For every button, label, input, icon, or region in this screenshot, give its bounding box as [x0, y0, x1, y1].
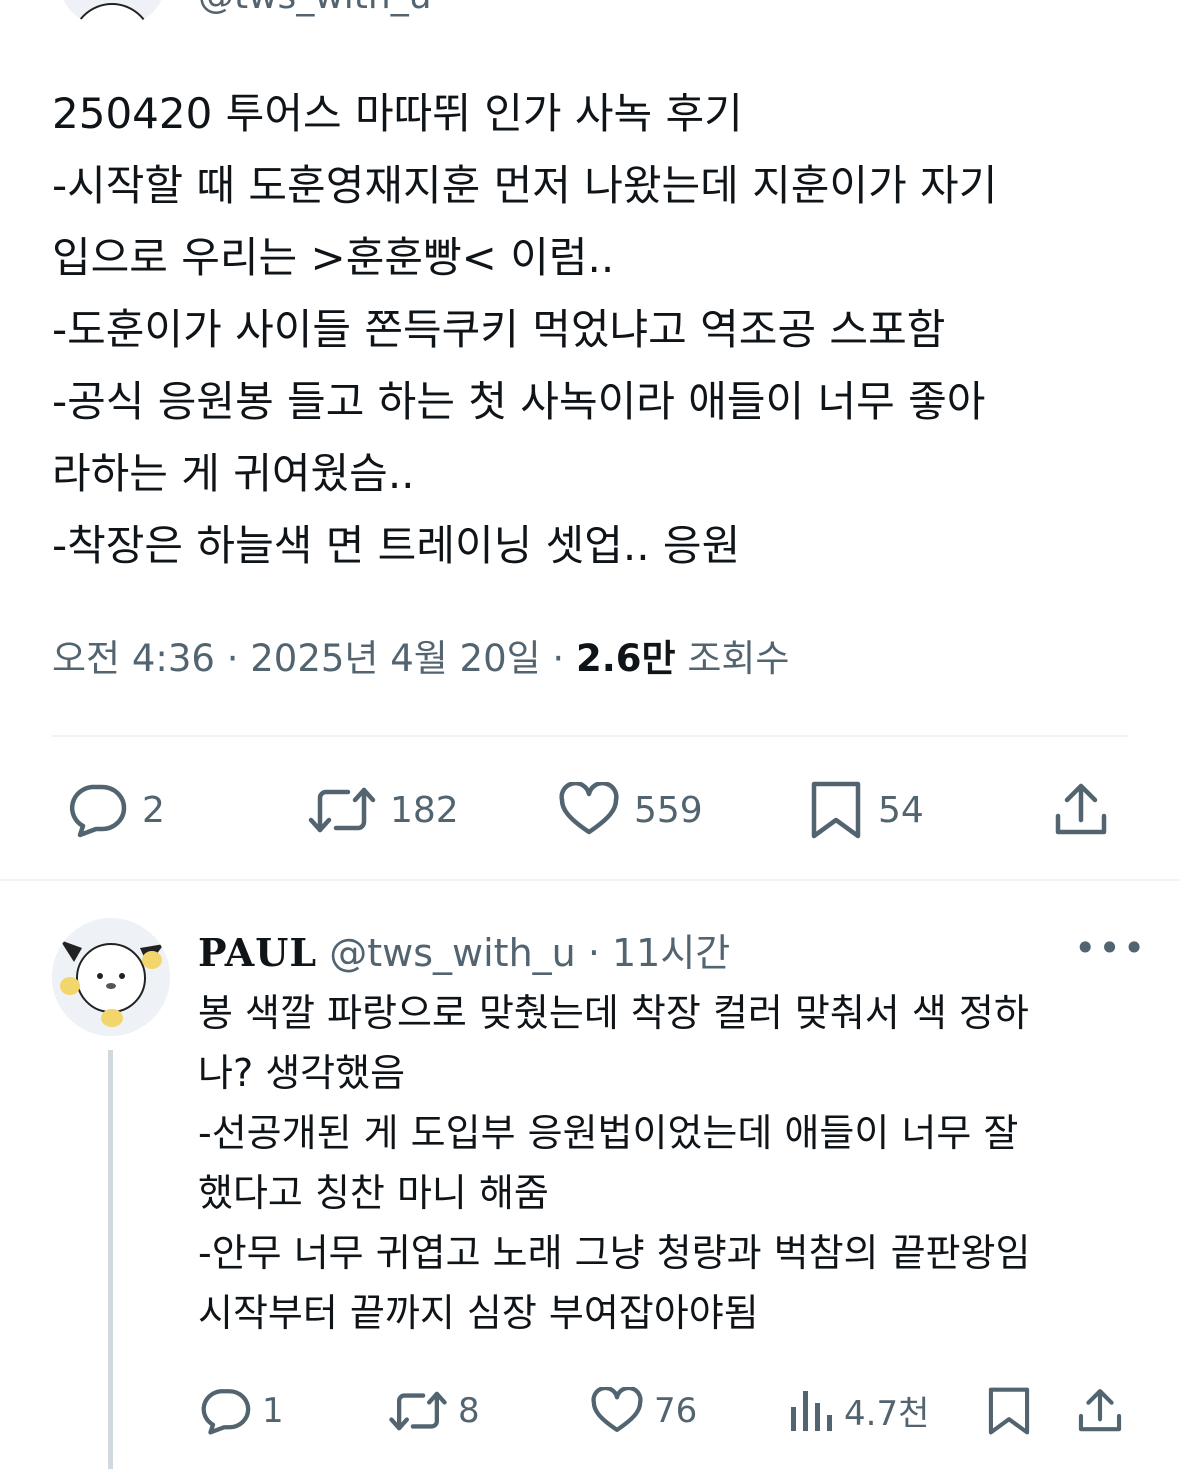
avatar[interactable] — [52, 918, 170, 1036]
bookmark-button[interactable]: 54 — [808, 780, 924, 840]
share-icon — [1055, 783, 1107, 835]
analytics-icon — [791, 1391, 832, 1431]
tweet-line: 250420 투어스 마따뛰 인가 사녹 후기 — [52, 89, 743, 138]
reply-bubble-icon — [69, 784, 127, 838]
top-avatar[interactable] — [60, 0, 165, 28]
reply-bookmark-button[interactable] — [986, 1385, 1032, 1437]
retweet-count: 182 — [390, 789, 459, 831]
reply-share-button[interactable] — [1076, 1385, 1124, 1437]
reply-views-button[interactable]: 4.7천 — [788, 1385, 929, 1435]
meta-separator: · — [214, 637, 251, 680]
retweet-icon — [308, 787, 376, 833]
reply-time[interactable]: 11시간 — [612, 931, 730, 975]
tweet-meta: 오전 4:36 · 2025년 4월 20일 · 2.6만 조회수 — [52, 628, 789, 682]
reply-author-name[interactable]: PAUL — [198, 930, 317, 975]
tweet-line: 입으로 우리는 >훈훈빵< 이럼.. — [52, 233, 615, 282]
tweet-date[interactable]: 2025년 4월 20일 — [250, 637, 540, 680]
retweet-icon — [389, 1391, 447, 1431]
views-label[interactable]: 조회수 — [676, 637, 789, 680]
heart-icon — [559, 782, 619, 835]
retweet-button[interactable]: 182 — [308, 782, 459, 838]
tweet-line: -착장은 하늘색 면 트레이닝 셋업.. 응원 — [52, 521, 741, 570]
tweet-line: -공식 응원봉 들고 하는 첫 사녹이라 애들이 너무 좋아 — [52, 377, 986, 426]
reply-line: -선공개된 게 도입부 응원법이었는데 애들이 너무 잘 — [198, 1111, 1019, 1155]
thread-line — [108, 1050, 113, 1469]
views-count: 4.7천 — [844, 1393, 930, 1434]
tweet-time[interactable]: 오전 4:36 — [52, 637, 215, 680]
bookmark-count: 54 — [878, 789, 924, 831]
reply-header: PAUL @tws_with_u · 11시간 — [198, 922, 730, 977]
reply-count: 2 — [142, 789, 165, 831]
reply-line: -안무 너무 귀엽고 노래 그냥 청량과 벅참의 끝판왕임 — [198, 1231, 1031, 1275]
avatar-character-icon — [74, 3, 150, 28]
like-count: 559 — [634, 789, 703, 831]
like-count: 76 — [654, 1391, 698, 1431]
more-options-icon[interactable]: ••• — [1074, 926, 1147, 970]
reply-bubble-icon — [201, 1389, 251, 1435]
reply-reply-button[interactable]: 1 — [198, 1387, 284, 1435]
views-count[interactable]: 2.6만 — [576, 637, 676, 680]
reply-like-button[interactable]: 76 — [590, 1387, 697, 1435]
reply-line: 봉 색깔 파랑으로 맞췄는데 착장 컬러 맞춰서 색 정하 — [198, 991, 1029, 1035]
top-handle[interactable]: @tws_with_u — [198, 0, 432, 17]
divider — [0, 879, 1179, 881]
tweet-line: -시작할 때 도훈영재지훈 먼저 나왔는데 지훈이가 자기 — [52, 161, 998, 210]
bookmark-icon — [988, 1387, 1030, 1435]
divider — [52, 735, 1128, 737]
reply-line: 했다고 칭찬 마니 해줌 — [198, 1171, 549, 1215]
reply-text: 봉 색깔 파랑으로 맞췄는데 착장 컬러 맞춰서 색 정하 나? 생각했음 -선… — [198, 983, 1158, 1343]
heart-icon — [591, 1387, 643, 1432]
reply-button[interactable]: 2 — [66, 782, 165, 838]
reply-line: 나? 생각했음 — [198, 1051, 406, 1095]
avatar-character-icon — [52, 918, 170, 1036]
retweet-count: 8 — [458, 1391, 480, 1431]
tweet-line: -도훈이가 사이들 쫀득쿠키 먹었냐고 역조공 스포함 — [52, 305, 946, 354]
tweet-text: 250420 투어스 마따뛰 인가 사녹 후기 -시작할 때 도훈영재지훈 먼저… — [52, 78, 1142, 582]
like-button[interactable]: 559 — [558, 782, 703, 838]
share-icon — [1078, 1389, 1122, 1432]
tweet-line: 라하는 게 귀여웠슴.. — [52, 449, 415, 498]
meta-separator: · — [575, 931, 612, 975]
meta-separator: · — [540, 637, 576, 680]
reply-retweet-button[interactable]: 8 — [388, 1387, 480, 1435]
reply-count: 1 — [262, 1391, 284, 1431]
reply-line: 시작부터 끝까지 심장 부여잡아야됨 — [198, 1291, 759, 1335]
reply-author-handle[interactable]: @tws_with_u — [329, 931, 575, 975]
share-button[interactable] — [1052, 780, 1110, 840]
bookmark-icon — [811, 781, 861, 839]
